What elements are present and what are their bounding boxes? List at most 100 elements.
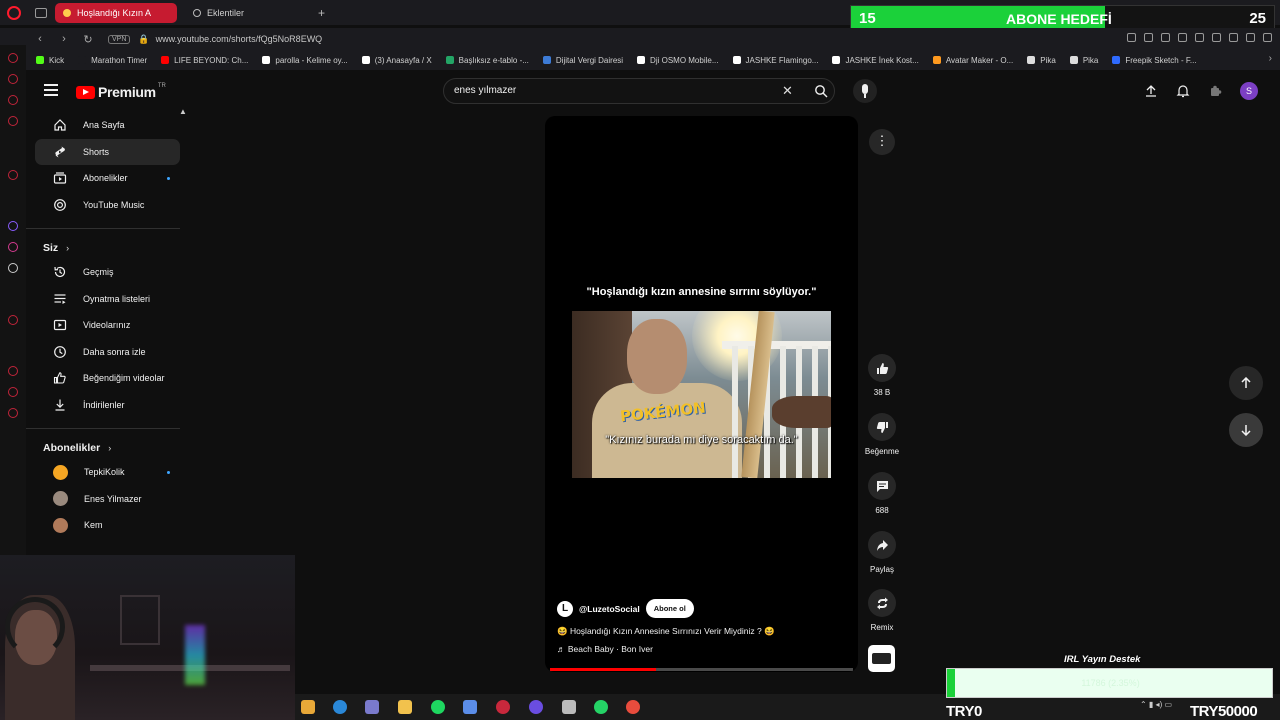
- twitch-icon[interactable]: [8, 221, 18, 231]
- bookmark-item[interactable]: Marathon Timer: [78, 56, 147, 65]
- bookmark-item[interactable]: Başlıksız e-tablo -...: [445, 56, 529, 65]
- next-short-button[interactable]: [1229, 413, 1263, 447]
- bookmark-item[interactable]: JASHKE Flamingo...: [732, 56, 818, 65]
- bookmark-item[interactable]: Kick: [36, 56, 64, 65]
- vpn-badge[interactable]: VPN: [108, 34, 131, 44]
- opera-logo-icon[interactable]: [7, 5, 21, 20]
- sidebar-item[interactable]: Ana Sayfa: [35, 112, 180, 139]
- bookmark-item[interactable]: (3) Anasayfa / X: [361, 56, 432, 65]
- search-icon[interactable]: [814, 84, 828, 98]
- channel-avatar[interactable]: L: [557, 600, 573, 617]
- menu-icon[interactable]: [1263, 33, 1272, 42]
- more-options-icon[interactable]: ⋮: [869, 129, 895, 155]
- short-title[interactable]: 😆 Hoşlandığı Kızın Annesine Sırrınızı Ve…: [557, 626, 775, 637]
- section-subs-header[interactable]: Abonelikler ›: [26, 437, 180, 459]
- sidebar-item[interactable]: Shorts: [35, 138, 180, 165]
- play-icon[interactable]: [1178, 33, 1187, 42]
- bell-icon[interactable]: [1176, 84, 1190, 98]
- bookmark-item[interactable]: Pika: [1027, 56, 1056, 65]
- sidebar-item[interactable]: Geçmiş: [35, 259, 180, 286]
- sidebar-item[interactable]: YouTube Music: [35, 192, 180, 219]
- rail-icon[interactable]: [8, 170, 18, 180]
- store-icon[interactable]: [365, 700, 379, 714]
- discord-icon[interactable]: [529, 700, 543, 714]
- subscribe-button[interactable]: Abone ol: [645, 599, 694, 618]
- system-tray-icons[interactable]: ⌃ ▮ ◂) ▭: [1140, 700, 1172, 709]
- bookmark-item[interactable]: parolla - Kelime oy...: [262, 56, 348, 65]
- tab-menu-icon[interactable]: [35, 7, 47, 18]
- heart-icon[interactable]: [1195, 33, 1204, 42]
- opera-icon[interactable]: [496, 700, 510, 714]
- sidebar-item[interactable]: Kem: [35, 512, 180, 539]
- rail-icon[interactable]: [8, 53, 18, 63]
- sidebar-item[interactable]: TepkiKolik: [35, 459, 180, 486]
- share-button[interactable]: Paylaş: [866, 531, 898, 574]
- audio-source-thumbnail[interactable]: [868, 645, 895, 672]
- bookmark-item[interactable]: Pika: [1069, 56, 1098, 65]
- sidebar-item[interactable]: Oynatma listeleri: [35, 286, 180, 313]
- rail-icon[interactable]: [8, 366, 18, 376]
- account-avatar[interactable]: S: [1240, 82, 1258, 100]
- bookmark-item[interactable]: LIFE BEYOND: Ch...: [161, 56, 248, 65]
- app-icon[interactable]: [463, 700, 477, 714]
- dislike-button[interactable]: Beğenme: [865, 413, 899, 456]
- instagram-icon[interactable]: [8, 242, 18, 252]
- voice-search-button[interactable]: [853, 79, 877, 103]
- rail-icon[interactable]: [8, 315, 18, 325]
- section-you-header[interactable]: Siz ›: [26, 237, 180, 259]
- youtube-logo[interactable]: Premium TR: [76, 83, 166, 100]
- clear-search-icon[interactable]: ✕: [782, 83, 793, 99]
- sidebar-item[interactable]: Videolarınız: [35, 312, 180, 339]
- sidebar-item[interactable]: İndirilenler: [35, 392, 180, 419]
- rail-icon[interactable]: [8, 74, 18, 84]
- rail-icon[interactable]: [8, 387, 18, 397]
- bookmark-item[interactable]: JASHKE İnek Kost...: [832, 56, 919, 65]
- bookmark-item[interactable]: Freepik Sketch - F...: [1112, 56, 1197, 65]
- tab-active[interactable]: Hoşlandığı Kızın A: [55, 2, 177, 23]
- bookmark-item[interactable]: Avatar Maker - O...: [932, 56, 1013, 65]
- hamburger-menu-icon[interactable]: [44, 84, 58, 96]
- sidebar-item[interactable]: Abonelikler: [35, 165, 180, 192]
- video-frame[interactable]: POKÉMON "Kızınız burada mı diye soracakt…: [572, 311, 831, 478]
- comments-button[interactable]: 688: [866, 472, 898, 515]
- extensions-puzzle-icon[interactable]: [1209, 84, 1223, 98]
- back-icon[interactable]: ‹: [34, 33, 46, 45]
- reload-icon[interactable]: ↻: [82, 33, 94, 46]
- screenshot-icon[interactable]: [1144, 33, 1153, 42]
- rail-icon[interactable]: [8, 116, 18, 126]
- puzzle-icon[interactable]: [1212, 33, 1221, 42]
- lock-icon[interactable]: 🔒: [138, 34, 149, 45]
- rail-icon[interactable]: [8, 408, 18, 418]
- whatsapp-icon[interactable]: [594, 700, 608, 714]
- file-explorer-icon[interactable]: [301, 700, 315, 714]
- folder-icon[interactable]: [398, 700, 412, 714]
- shorts-player[interactable]: "Hoşlandığı kızın annesine sırrını söylü…: [545, 116, 858, 672]
- music-link[interactable]: ♬ Beach Baby · Bon Iver: [557, 644, 653, 654]
- pin-icon[interactable]: [1127, 33, 1136, 42]
- bookmark-item[interactable]: Dji OSMO Mobile...: [637, 56, 719, 65]
- app-icon[interactable]: [562, 700, 576, 714]
- chevron-right-icon[interactable]: ›: [1269, 53, 1272, 64]
- tab-extensions[interactable]: Eklentiler: [185, 3, 310, 23]
- sidebar-item[interactable]: Beğendiğim videolar: [35, 365, 180, 392]
- search-input[interactable]: enes yılmazer: [454, 85, 516, 96]
- remix-button[interactable]: Remix: [866, 589, 898, 632]
- new-tab-button[interactable]: +: [318, 6, 325, 20]
- rail-icon[interactable]: [8, 95, 18, 105]
- forward-icon[interactable]: ›: [58, 33, 70, 45]
- sidebar-item[interactable]: Daha sonra izle: [35, 339, 180, 366]
- previous-short-button[interactable]: [1229, 366, 1263, 400]
- bookmark-item[interactable]: Dijital Vergi Dairesi: [542, 56, 623, 65]
- profile-icon[interactable]: [1229, 33, 1238, 42]
- spotify-icon[interactable]: [431, 700, 445, 714]
- channel-name[interactable]: @LuzetoSocial: [579, 604, 640, 614]
- search-box[interactable]: enes yılmazer ✕: [443, 78, 835, 104]
- download-icon[interactable]: [1246, 33, 1255, 42]
- x-icon[interactable]: [8, 263, 18, 273]
- like-button[interactable]: 38 B: [866, 354, 898, 397]
- sidebar-item[interactable]: Enes Yilmazer: [35, 486, 180, 513]
- chevron-up-icon[interactable]: ▲: [179, 107, 187, 116]
- edge-icon[interactable]: [333, 700, 347, 714]
- progress-bar[interactable]: [550, 668, 853, 671]
- url-field[interactable]: www.youtube.com/shorts/fQg5NoR8EWQ: [156, 34, 323, 44]
